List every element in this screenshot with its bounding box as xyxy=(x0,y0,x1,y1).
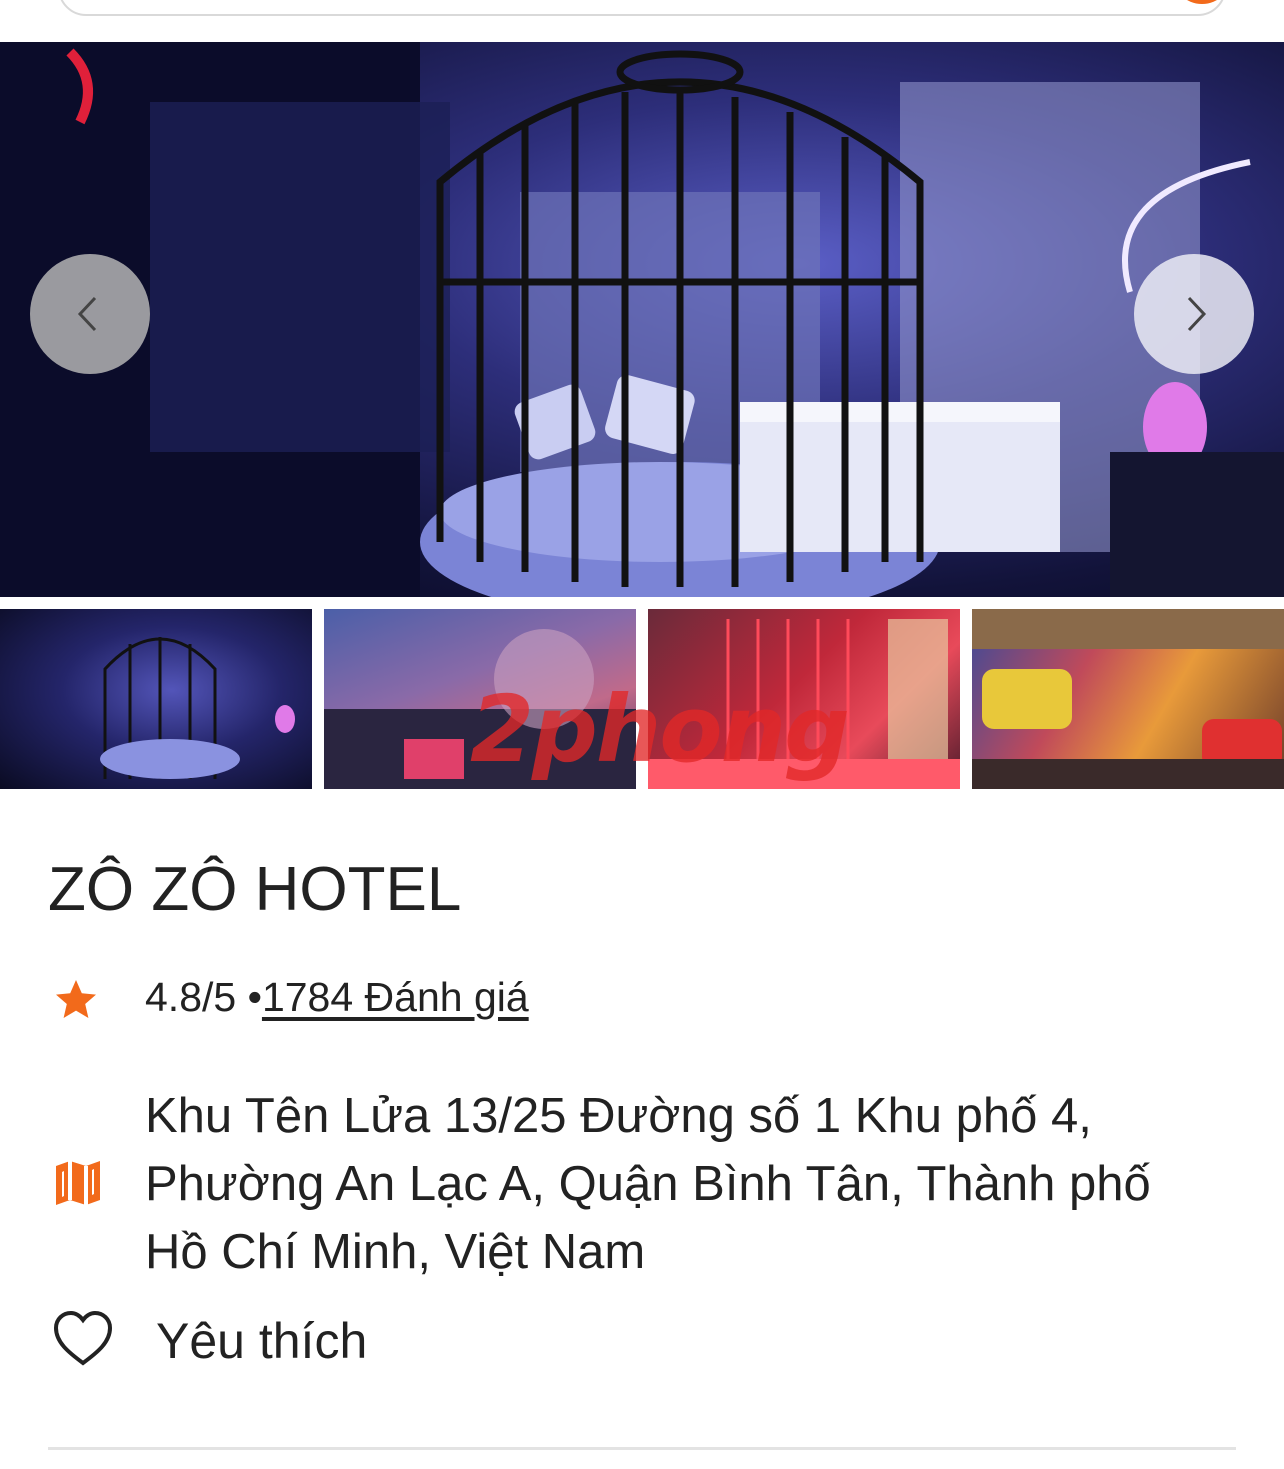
hotel-address: Khu Tên Lửa 13/25 Đường số 1 Khu phố 4, … xyxy=(145,1089,1151,1279)
thumbnail-1[interactable] xyxy=(0,609,312,789)
hotel-name: ZÔ ZÔ HOTEL xyxy=(48,855,462,924)
hero-photo xyxy=(0,42,1284,597)
chevron-left-icon xyxy=(77,296,97,332)
gallery-prev-button[interactable] xyxy=(30,254,150,374)
heart-icon xyxy=(53,1310,113,1366)
search-bar[interactable] xyxy=(58,0,1226,16)
thumbnail-4[interactable] xyxy=(972,609,1284,789)
rating-text: 4.8/5 •1784 Đánh giá xyxy=(145,974,529,1021)
map-icon xyxy=(56,1161,100,1205)
gallery-next-button[interactable] xyxy=(1134,254,1254,374)
chevron-right-icon xyxy=(1187,296,1207,332)
divider xyxy=(48,1447,1236,1450)
reviews-link[interactable]: 1784 Đánh giá xyxy=(262,974,529,1020)
favorite-label: Yêu thích xyxy=(156,1313,368,1369)
watermark: 2phong xyxy=(470,676,850,783)
rating-score: 4.8/5 • xyxy=(145,974,262,1020)
star-icon xyxy=(56,980,96,1018)
rating-row: 4.8/5 •1784 Đánh giá xyxy=(52,970,529,1030)
